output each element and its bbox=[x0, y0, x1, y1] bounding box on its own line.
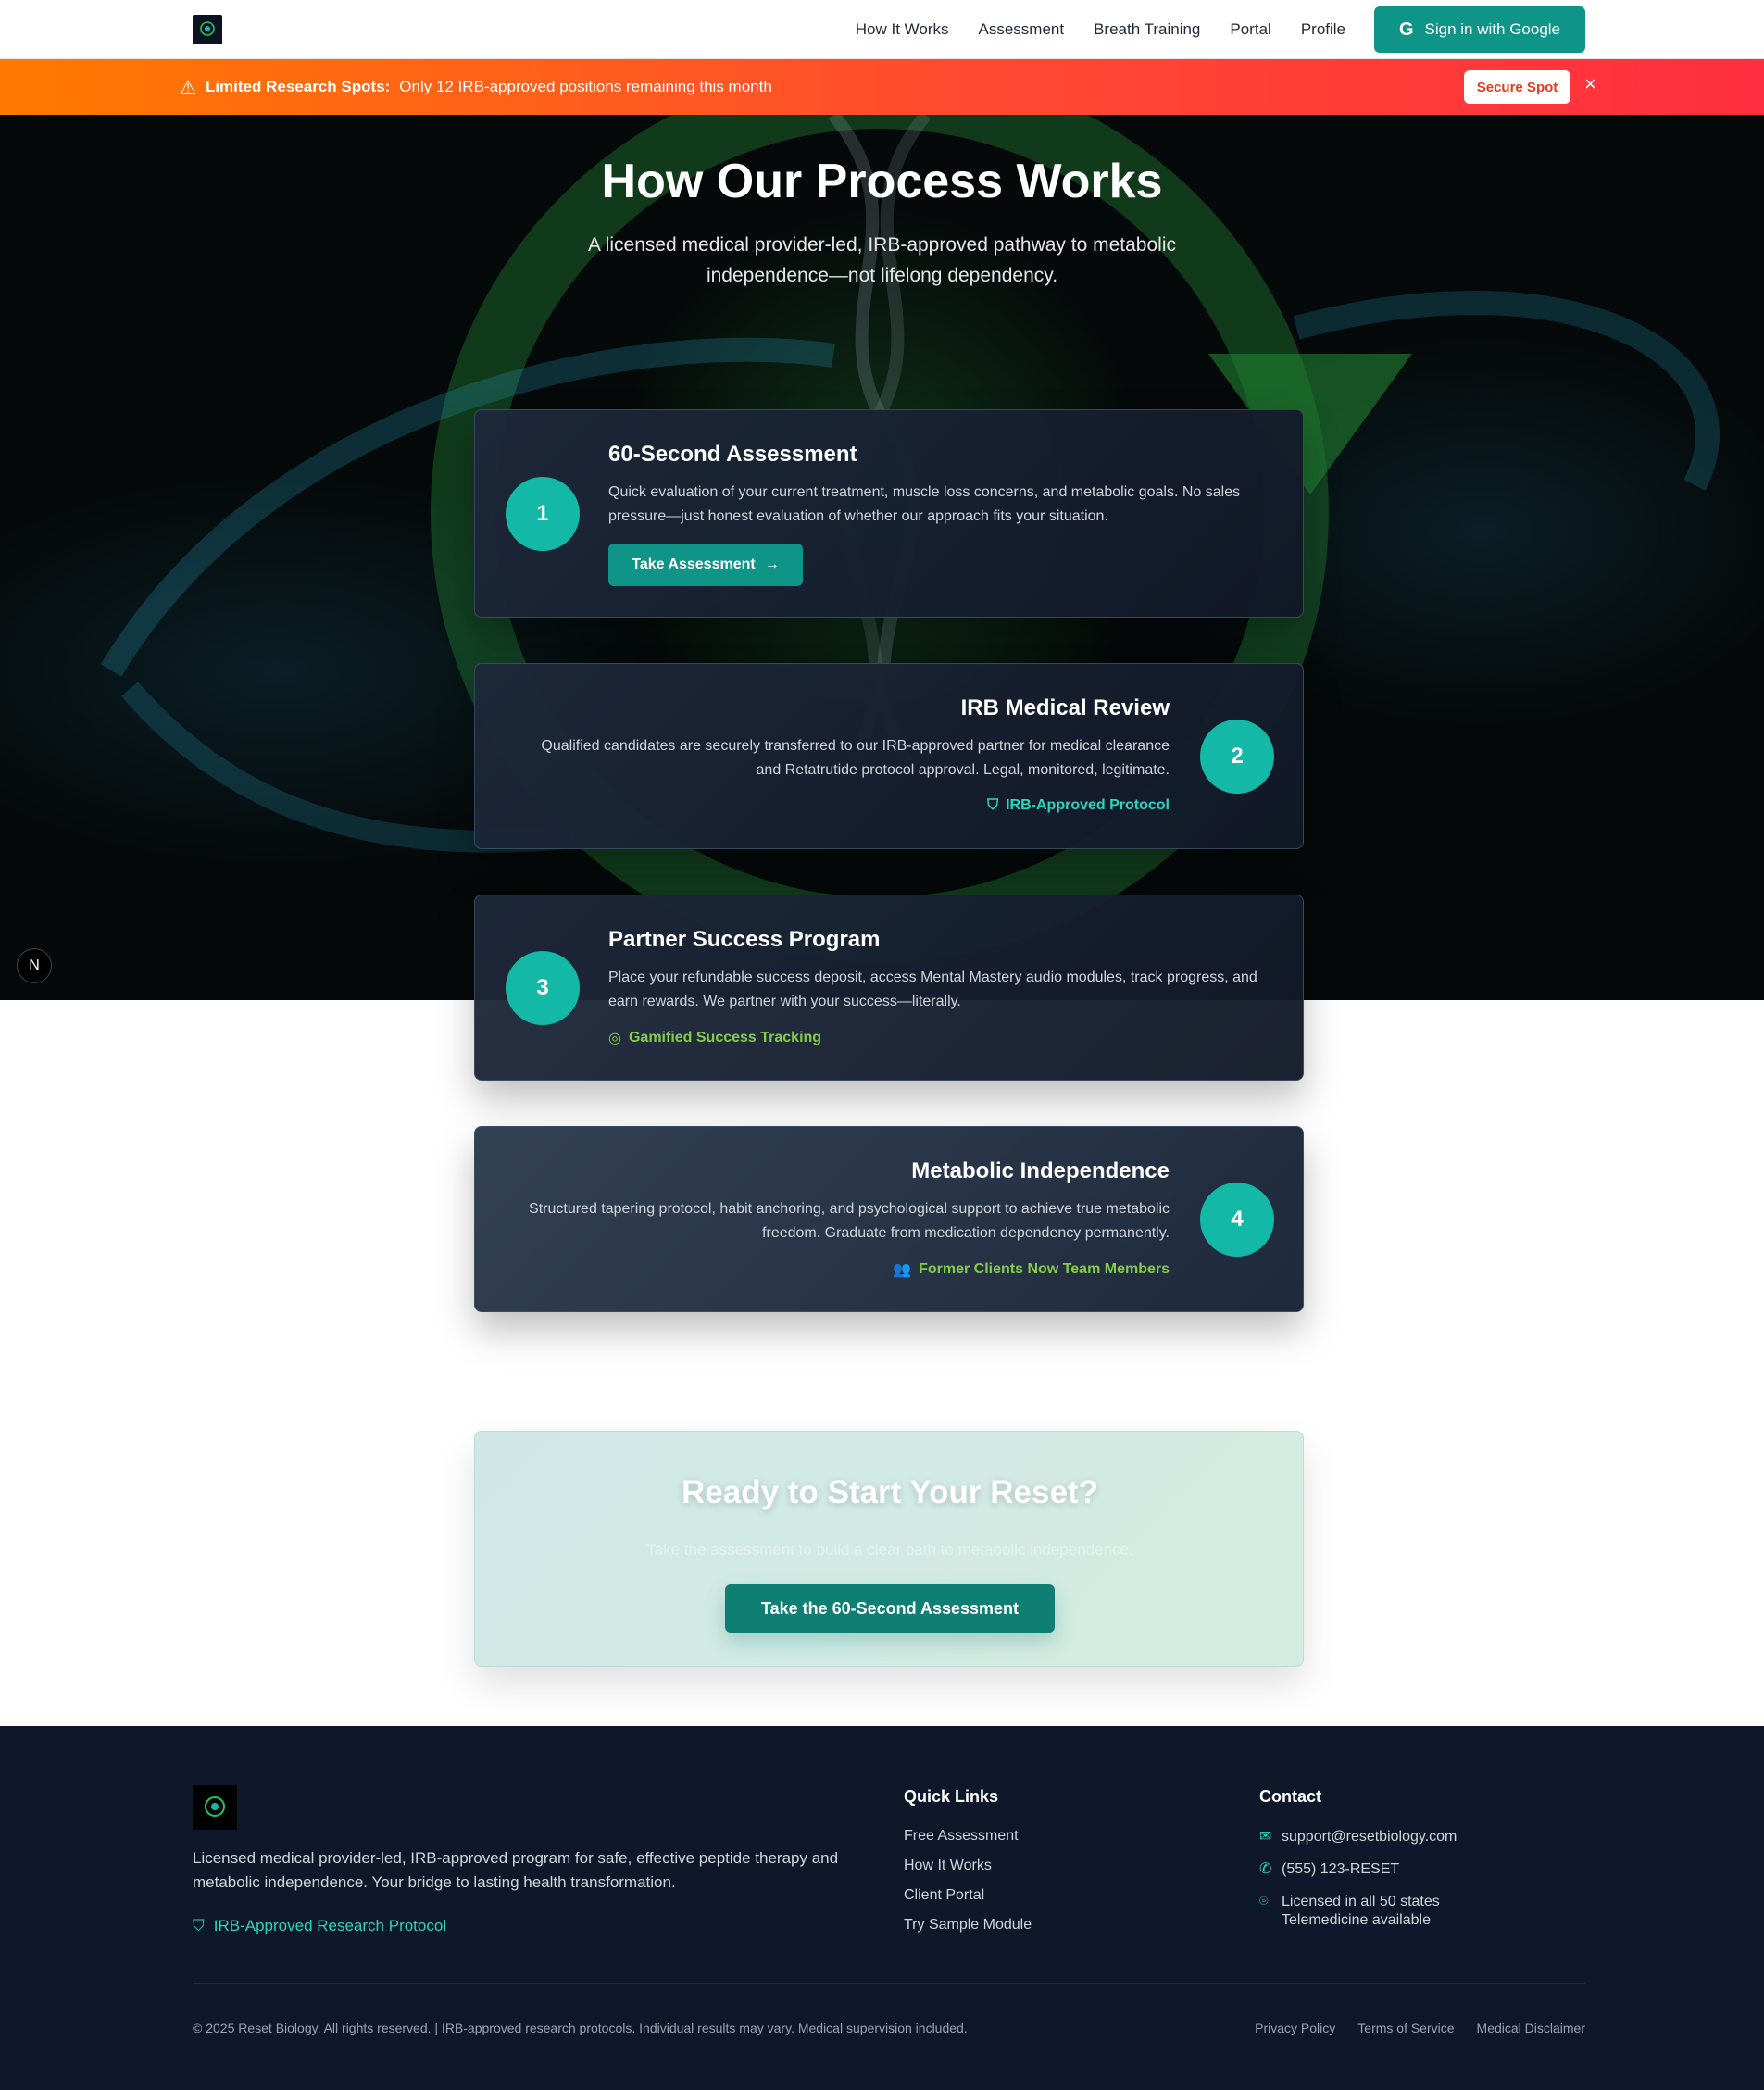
contact-phone-text: (555) 123-RESET bbox=[1282, 1861, 1400, 1877]
map-pin-icon: ⌾ bbox=[1259, 1894, 1269, 1909]
google-sign-in-button[interactable]: G Sign in with Google bbox=[1374, 6, 1585, 53]
mail-icon: ✉ bbox=[1259, 1829, 1272, 1845]
step-number-1: 1 bbox=[506, 477, 580, 551]
footer-irb-badge: ⛉ IRB-Approved Research Protocol bbox=[193, 1917, 446, 1935]
secure-spot-button[interactable]: Secure Spot bbox=[1464, 70, 1570, 104]
step-description-3: Place your refundable success deposit, a… bbox=[608, 970, 1257, 1009]
step-title-3: Partner Success Program bbox=[608, 927, 881, 952]
step-title-2: IRB Medical Review bbox=[960, 695, 1170, 720]
step-title-1: 60-Second Assessment bbox=[608, 442, 857, 467]
phone-icon: ✆ bbox=[1259, 1861, 1272, 1877]
limited-spots-banner: ⚠ Limited Research Spots: Only 12 IRB-ap… bbox=[0, 59, 1764, 115]
hero-subtitle: A licensed medical provider-led, IRB-app… bbox=[588, 234, 1176, 286]
banner-message: ⚠ Limited Research Spots: Only 12 IRB-ap… bbox=[180, 59, 772, 115]
footer-divider bbox=[193, 1983, 1585, 1984]
nav-link-how-it-works[interactable]: How It Works bbox=[856, 20, 949, 39]
cta-assessment-button[interactable]: Take the 60-Second Assessment bbox=[725, 1584, 1055, 1633]
step-card-1: 1 60-Second Assessment Quick evaluation … bbox=[474, 409, 1304, 618]
banner-strong-text: Limited Research Spots: bbox=[205, 78, 391, 95]
shield-icon: ⛉ bbox=[987, 797, 999, 813]
take-assessment-button[interactable]: Take Assessment → bbox=[608, 544, 803, 586]
close-icon[interactable]: × bbox=[1584, 72, 1596, 96]
privacy-policy-link[interactable]: Privacy Policy bbox=[1255, 2021, 1335, 2035]
footer-legal-links: Privacy Policy Terms of Service Medical … bbox=[1255, 2021, 1585, 2035]
step-tag-label-4: Former Clients Now Team Members bbox=[919, 1261, 1170, 1277]
step-tag-label-3: Gamified Success Tracking bbox=[628, 1030, 822, 1045]
footer: Licensed medical provider-led, IRB-appro… bbox=[0, 1726, 1764, 2090]
footer-irb-label: IRB-Approved Research Protocol bbox=[213, 1917, 447, 1934]
cta-section: Ready to Start Your Reset? Take the asse… bbox=[474, 1431, 1304, 1667]
step-title-4: Metabolic Independence bbox=[911, 1158, 1170, 1183]
arrow-right-icon: → bbox=[764, 557, 780, 572]
footer-copyright: © 2025 Reset Biology. All rights reserve… bbox=[193, 2021, 968, 2035]
footer-logo-icon bbox=[205, 1796, 225, 1817]
banner-text: Only 12 IRB-approved positions remaining… bbox=[399, 78, 772, 95]
hero-title: How Our Process Works bbox=[601, 155, 1163, 208]
logo[interactable] bbox=[193, 15, 222, 44]
contact-license: ⌾ Licensed in all 50 states Telemedicine… bbox=[1259, 1893, 1440, 1930]
step-number-4: 4 bbox=[1200, 1183, 1274, 1257]
nav-links: How It Works Assessment Breath Training … bbox=[856, 0, 1345, 59]
cta-subtitle: Take the assessment to build a clear pat… bbox=[646, 1541, 1133, 1558]
footer-link-client-portal[interactable]: Client Portal bbox=[904, 1887, 984, 1904]
target-icon: ◎ bbox=[608, 1031, 621, 1046]
shield-icon: ⛉ bbox=[193, 1917, 205, 1934]
nav-link-assessment[interactable]: Assessment bbox=[979, 20, 1065, 39]
step-description-4: Structured tapering protocol, habit anch… bbox=[529, 1201, 1170, 1241]
step-tag-3: ◎ Gamified Success Tracking bbox=[608, 1029, 821, 1047]
terms-of-service-link[interactable]: Terms of Service bbox=[1357, 2021, 1454, 2035]
contact-heading: Contact bbox=[1259, 1787, 1321, 1806]
step-tag-label-2: IRB-Approved Protocol bbox=[1006, 797, 1170, 813]
footer-link-sample-module[interactable]: Try Sample Module bbox=[904, 1917, 1032, 1934]
step-card-3: 3 Partner Success Program Place your ref… bbox=[474, 895, 1304, 1081]
step-tag-4: 👥 Former Clients Now Team Members bbox=[893, 1260, 1170, 1279]
quick-links-heading: Quick Links bbox=[904, 1787, 999, 1806]
contact-email[interactable]: ✉ support@resetbiology.com bbox=[1259, 1828, 1457, 1846]
warning-triangle-icon: ⚠ bbox=[180, 77, 196, 98]
step-tag-2: ⛉ IRB-Approved Protocol bbox=[987, 797, 1170, 814]
users-icon: 👥 bbox=[893, 1262, 912, 1278]
step-number-3: 3 bbox=[506, 951, 580, 1025]
top-nav: How It Works Assessment Breath Training … bbox=[0, 0, 1764, 59]
nav-link-breath-training[interactable]: Breath Training bbox=[1094, 20, 1200, 39]
step-card-2: 2 IRB Medical Review Qualified candidate… bbox=[474, 663, 1304, 849]
nav-link-portal[interactable]: Portal bbox=[1230, 20, 1270, 39]
footer-about-text: Licensed medical provider-led, IRB-appro… bbox=[193, 1849, 839, 1891]
take-assessment-label: Take Assessment bbox=[632, 557, 756, 572]
step-description-2: Qualified candidates are securely transf… bbox=[541, 738, 1170, 778]
logo-icon bbox=[200, 21, 215, 36]
contact-email-text: support@resetbiology.com bbox=[1282, 1829, 1457, 1845]
google-sign-in-label: Sign in with Google bbox=[1424, 20, 1561, 38]
contact-phone[interactable]: ✆ (555) 123-RESET bbox=[1259, 1860, 1399, 1879]
license-line-1: Licensed in all 50 states bbox=[1282, 1894, 1440, 1909]
nav-link-profile[interactable]: Profile bbox=[1301, 20, 1345, 39]
dev-tools-badge[interactable]: N bbox=[17, 948, 52, 983]
license-line-2: Telemedicine available bbox=[1282, 1912, 1431, 1928]
cta-title: Ready to Start Your Reset? bbox=[682, 1474, 1098, 1510]
footer-link-how-it-works[interactable]: How It Works bbox=[904, 1858, 992, 1874]
contact-license-text: Licensed in all 50 states Telemedicine a… bbox=[1282, 1893, 1440, 1930]
footer-logo[interactable] bbox=[193, 1785, 237, 1830]
step-number-2: 2 bbox=[1200, 720, 1274, 794]
google-icon: G bbox=[1398, 19, 1414, 40]
footer-link-free-assessment[interactable]: Free Assessment bbox=[904, 1828, 1019, 1845]
step-card-4: 4 Metabolic Independence Structured tape… bbox=[474, 1126, 1304, 1312]
medical-disclaimer-link[interactable]: Medical Disclaimer bbox=[1477, 2021, 1585, 2035]
step-description-1: Quick evaluation of your current treatme… bbox=[608, 484, 1241, 524]
